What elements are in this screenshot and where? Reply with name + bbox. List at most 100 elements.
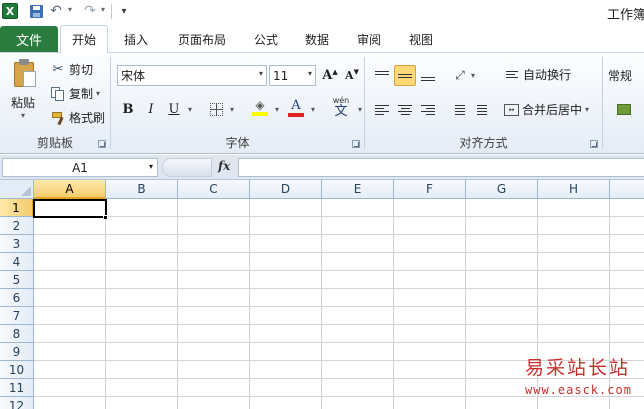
ribbon-home: 粘贴 ▾ ✂ 剪切 复制 ▾ 格式刷 剪贴板 宋体 ▾ 11 ▾ A ▲ A ▼… <box>0 53 644 154</box>
tab-page-layout[interactable]: 页面布局 <box>170 25 234 53</box>
active-cell[interactable] <box>33 199 107 218</box>
column-header[interactable]: C <box>178 180 250 199</box>
font-color-dropdown-icon[interactable]: ▾ <box>311 105 315 114</box>
column-header[interactable]: D <box>250 180 322 199</box>
formula-input[interactable] <box>238 158 644 177</box>
column-header[interactable]: F <box>394 180 466 199</box>
row-header[interactable]: 3 <box>0 235 34 253</box>
row-header[interactable]: 8 <box>0 325 34 343</box>
row-header[interactable]: 10 <box>0 361 34 379</box>
undo-dropdown-icon[interactable]: ▾ <box>68 5 72 14</box>
font-color-button[interactable]: A <box>285 97 307 118</box>
phonetic-guide-button[interactable]: wén 文 <box>327 95 355 118</box>
row-header[interactable]: 1 <box>0 199 34 217</box>
fill-color-dropdown-icon[interactable]: ▾ <box>275 105 279 114</box>
font-size-select[interactable]: 11 ▾ <box>269 65 316 86</box>
tab-home[interactable]: 开始 <box>60 25 108 54</box>
row-header[interactable]: 11 <box>0 379 34 397</box>
name-box[interactable]: A1 ▾ <box>2 158 158 177</box>
phonetic-dropdown-icon[interactable]: ▾ <box>358 105 362 114</box>
undo-icon[interactable]: ↶ <box>48 3 64 19</box>
scissors-icon: ✂ <box>52 62 64 77</box>
accounting-format-button[interactable] <box>611 99 637 120</box>
shrink-font-icon: A <box>345 69 354 82</box>
paste-button[interactable]: 粘贴 <box>11 94 35 111</box>
chevron-down-icon[interactable]: ▾ <box>149 162 153 171</box>
cut-label: 剪切 <box>69 63 94 77</box>
title-bar: X ↶ ▾ ↷ ▾ ▾ 工作簿 <box>0 0 644 24</box>
clipboard-launcher-icon[interactable] <box>98 140 106 148</box>
align-right-button[interactable] <box>417 99 439 120</box>
align-left-button[interactable] <box>371 99 393 120</box>
row-header[interactable]: 7 <box>0 307 34 325</box>
underline-dropdown-icon[interactable]: ▾ <box>188 105 192 114</box>
row-header[interactable]: 4 <box>0 253 34 271</box>
merge-center-button[interactable]: ↔ 合并后居中 ▾ <box>504 101 589 118</box>
watermark-title: 易采站长站 <box>525 357 631 379</box>
save-icon[interactable] <box>28 3 44 19</box>
excel-logo-icon[interactable]: X <box>2 3 18 19</box>
merge-dropdown-icon[interactable]: ▾ <box>585 105 589 114</box>
column-header[interactable]: A <box>34 180 106 199</box>
row-header[interactable]: 6 <box>0 289 34 307</box>
tab-data[interactable]: 数据 <box>297 25 337 53</box>
align-bottom-button[interactable] <box>417 65 439 86</box>
alignment-group-label: 对齐方式 <box>459 136 508 150</box>
cut-button[interactable]: ✂ 剪切 <box>50 61 93 78</box>
row-header[interactable]: 9 <box>0 343 34 361</box>
clipboard-group: 粘贴 ▾ ✂ 剪切 复制 ▾ 格式刷 剪贴板 <box>0 53 110 153</box>
decrease-indent-button[interactable] <box>449 99 471 120</box>
fill-color-button[interactable]: ◈ <box>249 97 271 118</box>
font-group-label: 字体 <box>225 136 250 150</box>
align-middle-button[interactable] <box>394 65 416 86</box>
insert-function-icon[interactable]: fx <box>218 159 230 173</box>
customize-qat-icon[interactable]: ▾ <box>116 3 132 19</box>
increase-indent-button[interactable] <box>471 99 493 120</box>
chevron-down-icon: ▾ <box>258 69 263 78</box>
align-top-button[interactable] <box>371 65 393 86</box>
format-painter-button[interactable]: 格式刷 <box>50 109 105 126</box>
underline-button[interactable]: U <box>163 99 185 120</box>
column-header[interactable]: G <box>466 180 538 199</box>
column-header[interactable]: H <box>538 180 610 199</box>
copy-dropdown-icon[interactable]: ▾ <box>96 89 100 98</box>
font-color-icon: A <box>291 97 301 113</box>
font-name-select[interactable]: 宋体 ▾ <box>117 65 267 86</box>
number-group: 常规 <box>603 53 644 153</box>
align-center-button[interactable] <box>394 99 416 120</box>
tab-formulas[interactable]: 公式 <box>246 25 286 53</box>
column-header[interactable]: E <box>322 180 394 199</box>
paste-dropdown-icon[interactable]: ▾ <box>21 111 25 120</box>
select-all-button[interactable] <box>0 180 34 199</box>
tab-insert[interactable]: 插入 <box>116 25 156 53</box>
borders-button[interactable] <box>205 99 227 120</box>
orientation-button[interactable]: ⤢ <box>449 65 471 86</box>
paste-icon[interactable] <box>11 59 39 89</box>
copy-button[interactable]: 复制 ▾ <box>50 85 100 102</box>
tab-file[interactable]: 文件 <box>0 26 58 52</box>
number-format-select[interactable]: 常规 <box>608 67 632 84</box>
wrap-text-button[interactable]: 自动换行 <box>504 66 571 83</box>
row-header[interactable]: 2 <box>0 217 34 235</box>
row-header[interactable]: 12 <box>0 397 34 409</box>
grow-font-button[interactable]: A ▲ <box>319 65 341 86</box>
redo-dropdown-icon[interactable]: ▾ <box>101 5 105 14</box>
format-painter-label: 格式刷 <box>69 111 106 125</box>
alignment-launcher-icon[interactable] <box>590 140 598 148</box>
borders-icon <box>209 103 223 116</box>
column-header[interactable]: B <box>106 180 178 199</box>
tab-view[interactable]: 视图 <box>401 25 441 53</box>
fill-handle[interactable] <box>103 215 108 220</box>
bold-button[interactable]: B <box>117 99 139 120</box>
orientation-dropdown-icon[interactable]: ▾ <box>471 71 475 80</box>
italic-button[interactable]: I <box>140 99 162 120</box>
borders-dropdown-icon[interactable]: ▾ <box>230 105 234 114</box>
tab-review[interactable]: 审阅 <box>349 25 389 53</box>
column-header[interactable]: I <box>610 180 644 199</box>
redo-icon[interactable]: ↷ <box>82 3 98 19</box>
paint-bucket-icon: ◈ <box>255 98 265 112</box>
shrink-font-button[interactable]: A ▼ <box>341 65 363 86</box>
row-header[interactable]: 5 <box>0 271 34 289</box>
font-launcher-icon[interactable] <box>352 140 360 148</box>
paintbrush-icon <box>50 110 66 126</box>
